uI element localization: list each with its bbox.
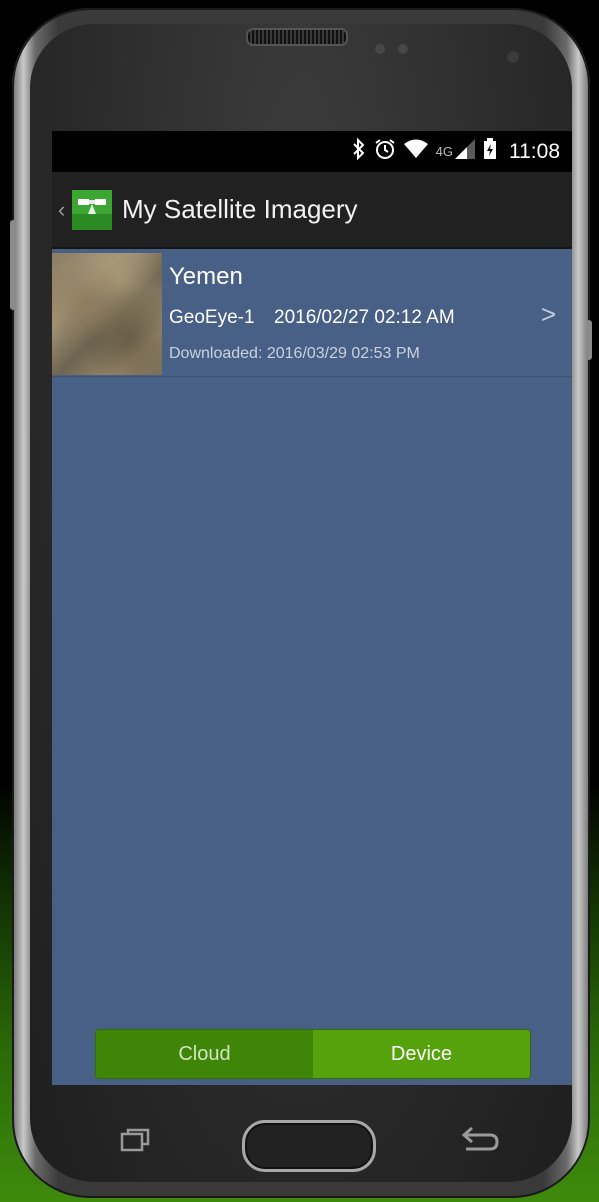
satellite-app-icon[interactable]	[72, 189, 112, 230]
cloud-tab-button[interactable]: Cloud	[96, 1030, 313, 1078]
chevron-right-icon[interactable]: >	[541, 299, 556, 330]
4g-lte-icon: 4G	[435, 144, 453, 159]
capture-date: 2016/02/27 02:12 AM	[274, 307, 455, 328]
recent-apps-icon[interactable]	[120, 1128, 150, 1152]
light-sensor	[398, 44, 408, 54]
status-bar: 4G 11:08	[52, 131, 572, 172]
proximity-sensor	[375, 44, 385, 54]
page-title: My Satellite Imagery	[122, 194, 358, 224]
device-tab-button[interactable]: Device	[313, 1030, 530, 1078]
bluetooth-icon	[352, 137, 366, 165]
home-button[interactable]	[242, 1120, 376, 1172]
action-bar[interactable]: ‹ My Satellite Imagery	[52, 172, 572, 249]
up-caret-icon[interactable]: ‹	[58, 197, 70, 223]
earpiece-speaker	[246, 28, 348, 46]
satellite-name: GeoEye-1	[169, 307, 255, 328]
signal-icon	[455, 139, 475, 164]
source-segmented-control: Cloud Device	[95, 1029, 531, 1079]
power-button	[586, 320, 592, 360]
battery-charging-icon	[483, 138, 497, 165]
app-screen: 4G 11:08 ‹ My Satellite Imagery Yemen Ge…	[52, 131, 572, 1085]
back-icon[interactable]	[460, 1125, 500, 1157]
downloaded-date: Downloaded: 2016/03/29 02:53 PM	[169, 345, 420, 362]
wifi-icon	[403, 139, 428, 164]
front-camera	[504, 48, 522, 66]
alarm-icon	[374, 138, 396, 165]
satellite-thumbnail[interactable]	[52, 253, 162, 375]
imagery-name: Yemen	[169, 263, 243, 290]
status-time: 11:08	[509, 139, 560, 163]
imagery-list-item[interactable]: Yemen GeoEye-1 2016/02/27 02:12 AM Downl…	[52, 251, 572, 377]
volume-button	[10, 220, 16, 310]
